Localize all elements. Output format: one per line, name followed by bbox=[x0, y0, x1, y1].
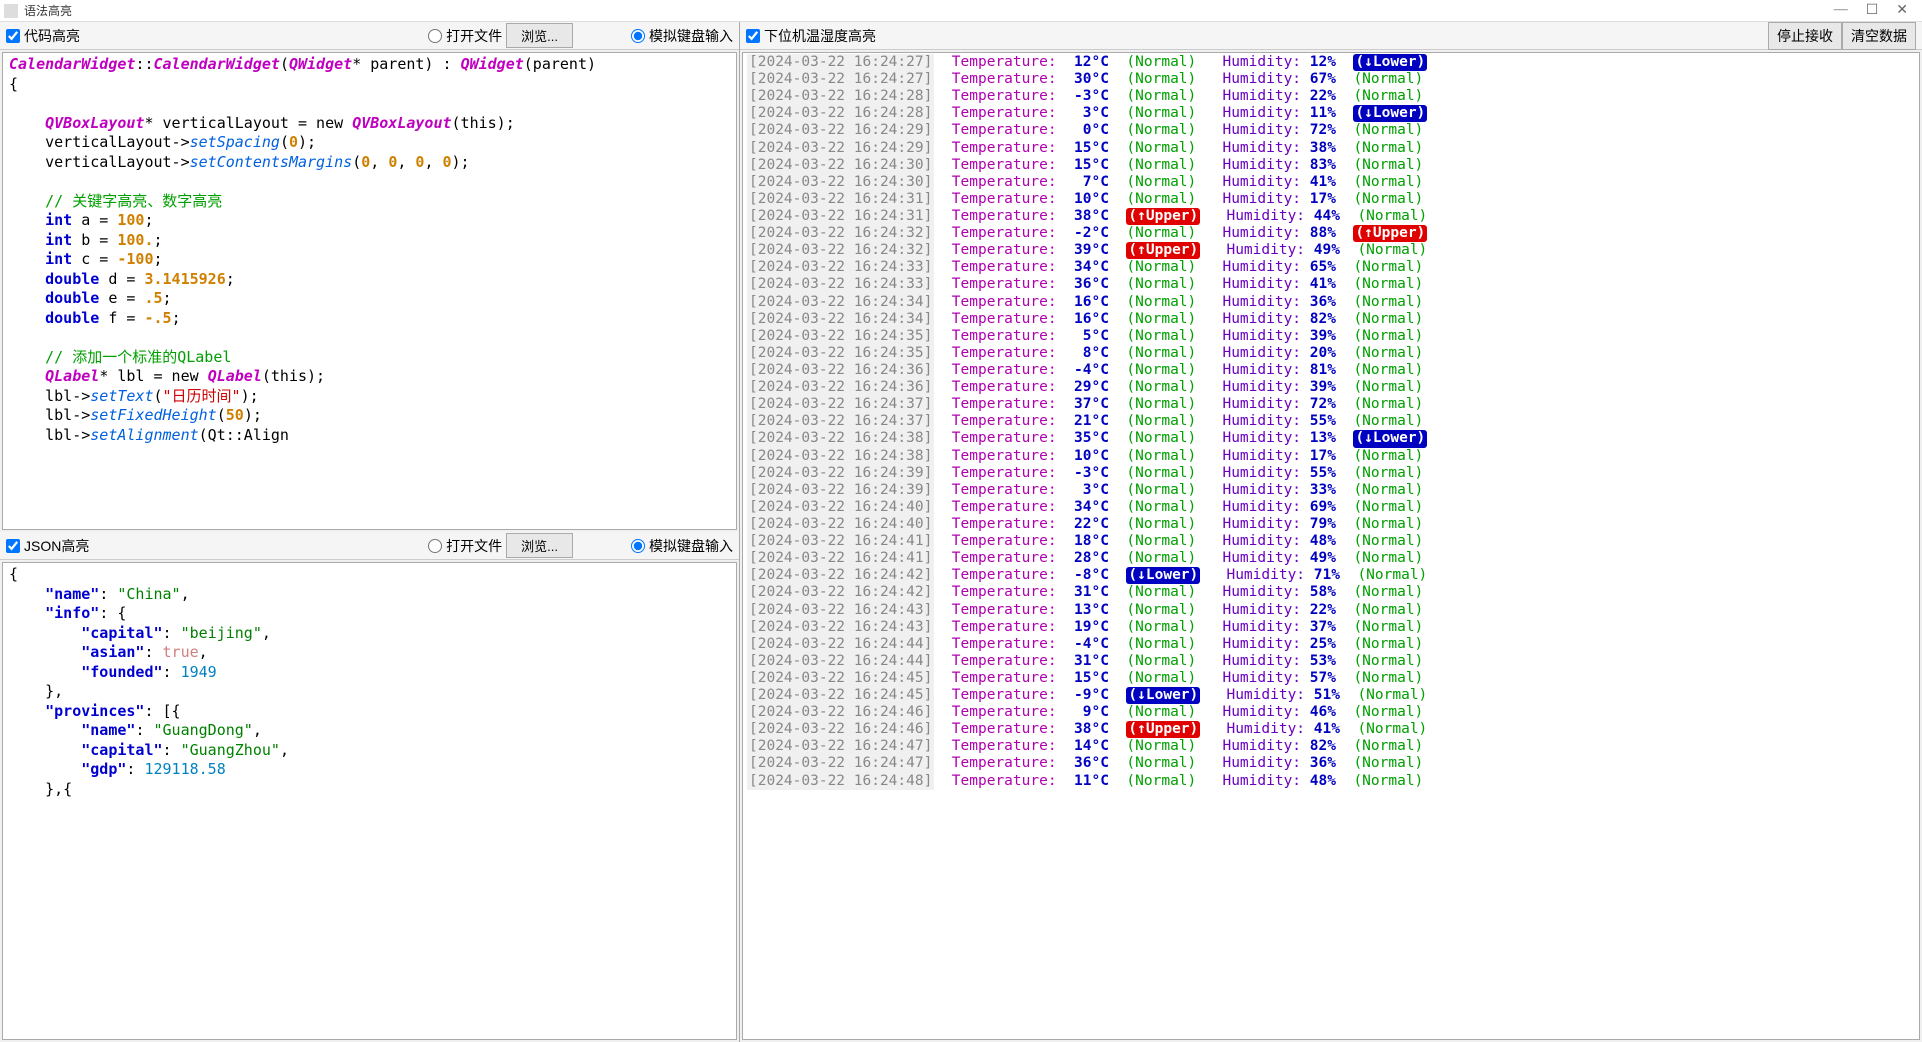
json-highlight-label: JSON高亮 bbox=[24, 536, 89, 556]
log-row: [2024-03-22 16:24:38] Temperature: 35°C … bbox=[747, 430, 1915, 447]
log-row: [2024-03-22 16:24:46] Temperature: 38°C … bbox=[747, 721, 1915, 738]
log-row: [2024-03-22 16:24:32] Temperature: 39°C … bbox=[747, 242, 1915, 259]
code-highlight-check-input[interactable] bbox=[6, 29, 20, 43]
log-row: [2024-03-22 16:24:42] Temperature: 31°C … bbox=[747, 584, 1915, 601]
log-row: [2024-03-22 16:24:31] Temperature: 10°C … bbox=[747, 191, 1915, 208]
log-row: [2024-03-22 16:24:33] Temperature: 36°C … bbox=[747, 276, 1915, 293]
log-row: [2024-03-22 16:24:46] Temperature: 9°C (… bbox=[747, 704, 1915, 721]
log-row: [2024-03-22 16:24:30] Temperature: 15°C … bbox=[747, 157, 1915, 174]
clear-data-button[interactable]: 清空数据 bbox=[1842, 22, 1916, 50]
log-row: [2024-03-22 16:24:41] Temperature: 28°C … bbox=[747, 550, 1915, 567]
log-row: [2024-03-22 16:24:33] Temperature: 34°C … bbox=[747, 259, 1915, 276]
log-row: [2024-03-22 16:24:43] Temperature: 13°C … bbox=[747, 602, 1915, 619]
log-row: [2024-03-22 16:24:38] Temperature: 10°C … bbox=[747, 448, 1915, 465]
json-panel-header: JSON高亮 打开文件 浏览... 模拟键盘输入 bbox=[0, 532, 739, 560]
log-row: [2024-03-22 16:24:27] Temperature: 30°C … bbox=[747, 71, 1915, 88]
close-button[interactable]: ✕ bbox=[1896, 2, 1908, 19]
code-open-file-radio[interactable]: 打开文件 bbox=[428, 26, 502, 46]
minimize-button[interactable]: — bbox=[1834, 2, 1848, 19]
log-row: [2024-03-22 16:24:27] Temperature: 12°C … bbox=[747, 54, 1915, 71]
json-open-file-radio-input[interactable] bbox=[428, 539, 442, 553]
log-row: [2024-03-22 16:24:41] Temperature: 18°C … bbox=[747, 533, 1915, 550]
log-pane[interactable]: [2024-03-22 16:24:27] Temperature: 12°C … bbox=[742, 52, 1920, 1040]
code-panel-header: 代码高亮 打开文件 浏览... 模拟键盘输入 bbox=[0, 22, 739, 50]
log-row: [2024-03-22 16:24:44] Temperature: 31°C … bbox=[747, 653, 1915, 670]
log-row: [2024-03-22 16:24:43] Temperature: 19°C … bbox=[747, 619, 1915, 636]
log-row: [2024-03-22 16:24:36] Temperature: -4°C … bbox=[747, 362, 1915, 379]
json-sim-radio[interactable]: 模拟键盘输入 bbox=[631, 536, 733, 556]
log-row: [2024-03-22 16:24:44] Temperature: -4°C … bbox=[747, 636, 1915, 653]
json-highlight-checkbox[interactable]: JSON高亮 bbox=[6, 536, 424, 556]
log-row: [2024-03-22 16:24:30] Temperature: 7°C (… bbox=[747, 174, 1915, 191]
log-row: [2024-03-22 16:24:47] Temperature: 14°C … bbox=[747, 738, 1915, 755]
code-editor[interactable]: CalendarWidget::CalendarWidget(QWidget* … bbox=[2, 52, 737, 530]
log-row: [2024-03-22 16:24:29] Temperature: 0°C (… bbox=[747, 122, 1915, 139]
json-open-file-label: 打开文件 bbox=[446, 536, 502, 556]
log-highlight-check-input[interactable] bbox=[746, 29, 760, 43]
log-row: [2024-03-22 16:24:37] Temperature: 37°C … bbox=[747, 396, 1915, 413]
json-sim-label: 模拟键盘输入 bbox=[649, 536, 733, 556]
log-row: [2024-03-22 16:24:39] Temperature: 3°C (… bbox=[747, 482, 1915, 499]
log-row: [2024-03-22 16:24:28] Temperature: 3°C (… bbox=[747, 105, 1915, 122]
code-highlight-label: 代码高亮 bbox=[24, 26, 80, 46]
json-sim-radio-input[interactable] bbox=[631, 539, 645, 553]
log-row: [2024-03-22 16:24:40] Temperature: 22°C … bbox=[747, 516, 1915, 533]
log-row: [2024-03-22 16:24:31] Temperature: 38°C … bbox=[747, 208, 1915, 225]
log-row: [2024-03-22 16:24:35] Temperature: 8°C (… bbox=[747, 345, 1915, 362]
json-highlight-check-input[interactable] bbox=[6, 539, 20, 553]
json-editor[interactable]: { "name": "China", "info": { "capital": … bbox=[2, 562, 737, 1040]
log-row: [2024-03-22 16:24:35] Temperature: 5°C (… bbox=[747, 328, 1915, 345]
log-highlight-label: 下位机温湿度高亮 bbox=[764, 26, 876, 46]
titlebar: 语法高亮 — ☐ ✕ bbox=[0, 0, 1922, 22]
log-row: [2024-03-22 16:24:47] Temperature: 36°C … bbox=[747, 755, 1915, 772]
code-highlight-checkbox[interactable]: 代码高亮 bbox=[6, 26, 424, 46]
code-sim-radio[interactable]: 模拟键盘输入 bbox=[631, 26, 733, 46]
log-row: [2024-03-22 16:24:39] Temperature: -3°C … bbox=[747, 465, 1915, 482]
code-open-file-radio-input[interactable] bbox=[428, 29, 442, 43]
json-open-file-radio[interactable]: 打开文件 bbox=[428, 536, 502, 556]
log-row: [2024-03-22 16:24:36] Temperature: 29°C … bbox=[747, 379, 1915, 396]
maximize-button[interactable]: ☐ bbox=[1866, 2, 1879, 19]
log-row: [2024-03-22 16:24:29] Temperature: 15°C … bbox=[747, 140, 1915, 157]
code-sim-label: 模拟键盘输入 bbox=[649, 26, 733, 46]
stop-receive-button[interactable]: 停止接收 bbox=[1768, 22, 1842, 50]
log-row: [2024-03-22 16:24:37] Temperature: 21°C … bbox=[747, 413, 1915, 430]
app-icon bbox=[4, 4, 18, 18]
log-row: [2024-03-22 16:24:34] Temperature: 16°C … bbox=[747, 294, 1915, 311]
log-row: [2024-03-22 16:24:40] Temperature: 34°C … bbox=[747, 499, 1915, 516]
log-row: [2024-03-22 16:24:45] Temperature: -9°C … bbox=[747, 687, 1915, 704]
log-row: [2024-03-22 16:24:42] Temperature: -8°C … bbox=[747, 567, 1915, 584]
code-sim-radio-input[interactable] bbox=[631, 29, 645, 43]
log-row: [2024-03-22 16:24:32] Temperature: -2°C … bbox=[747, 225, 1915, 242]
log-row: [2024-03-22 16:24:45] Temperature: 15°C … bbox=[747, 670, 1915, 687]
code-open-file-label: 打开文件 bbox=[446, 26, 502, 46]
log-row: [2024-03-22 16:24:28] Temperature: -3°C … bbox=[747, 88, 1915, 105]
log-row: [2024-03-22 16:24:34] Temperature: 16°C … bbox=[747, 311, 1915, 328]
log-highlight-checkbox[interactable]: 下位机温湿度高亮 bbox=[746, 26, 1764, 46]
window-title: 语法高亮 bbox=[24, 2, 1834, 19]
code-browse-button[interactable]: 浏览... bbox=[506, 23, 573, 48]
log-panel-header: 下位机温湿度高亮 停止接收 清空数据 bbox=[740, 22, 1922, 50]
json-browse-button[interactable]: 浏览... bbox=[506, 533, 573, 558]
log-row: [2024-03-22 16:24:48] Temperature: 11°C … bbox=[747, 773, 1915, 790]
